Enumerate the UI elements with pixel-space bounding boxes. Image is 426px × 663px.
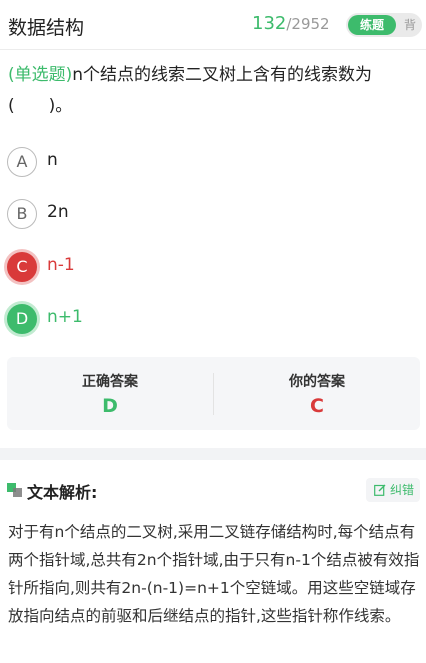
option-text: n <box>47 150 58 170</box>
correct-answer-column: 正确答案 D <box>7 357 213 430</box>
top-bar: 数据结构 132/2952 练题 背 <box>0 0 426 50</box>
mode-practice-button[interactable]: 练题 <box>348 15 396 35</box>
option-d[interactable]: D n+1 <box>7 304 307 334</box>
option-text: 2n <box>47 202 69 222</box>
option-letter: D <box>7 304 37 334</box>
correct-answer-value: D <box>102 395 118 417</box>
answer-summary: 正确答案 D 你的答案 C <box>7 357 420 430</box>
option-text: n+1 <box>47 307 83 327</box>
report-error-label: 纠错 <box>390 483 415 497</box>
report-error-button[interactable]: 纠错 <box>366 478 420 502</box>
option-b[interactable]: B 2n <box>7 199 307 229</box>
progress-current: 132 <box>252 13 287 34</box>
question-progress: 132/2952 <box>252 13 330 34</box>
your-answer-column: 你的答案 C <box>214 357 420 430</box>
option-c[interactable]: C n-1 <box>7 252 307 282</box>
analysis-body: 对于有n个结点的二叉树,采用二叉链存储结构时,每个结点有两个指针域,总共有2n个… <box>8 523 420 625</box>
correct-answer-label: 正确答案 <box>82 374 138 390</box>
section-divider <box>0 448 426 460</box>
your-answer-label: 你的答案 <box>289 374 345 390</box>
page-title: 数据结构 <box>8 17 85 39</box>
mode-memorize-button[interactable]: 背 <box>401 15 419 35</box>
progress-total: 2952 <box>291 15 330 33</box>
question-stem: (单选题)n个结点的线索二叉树上含有的线索数为( )。 <box>8 60 420 122</box>
analysis-squares-icon <box>7 483 23 497</box>
option-text: n-1 <box>47 255 75 275</box>
analysis-header: 文本解析: 纠错 <box>7 478 420 502</box>
edit-icon <box>374 484 386 496</box>
your-answer-value: C <box>310 395 324 417</box>
question-type-label: (单选题) <box>8 65 73 85</box>
analysis-title: 文本解析: <box>27 483 98 502</box>
option-letter: B <box>7 199 37 229</box>
option-letter: C <box>7 252 37 282</box>
mode-toggle[interactable]: 练题 背 <box>346 13 422 37</box>
option-letter: A <box>7 147 37 177</box>
option-a[interactable]: A n <box>7 147 307 177</box>
